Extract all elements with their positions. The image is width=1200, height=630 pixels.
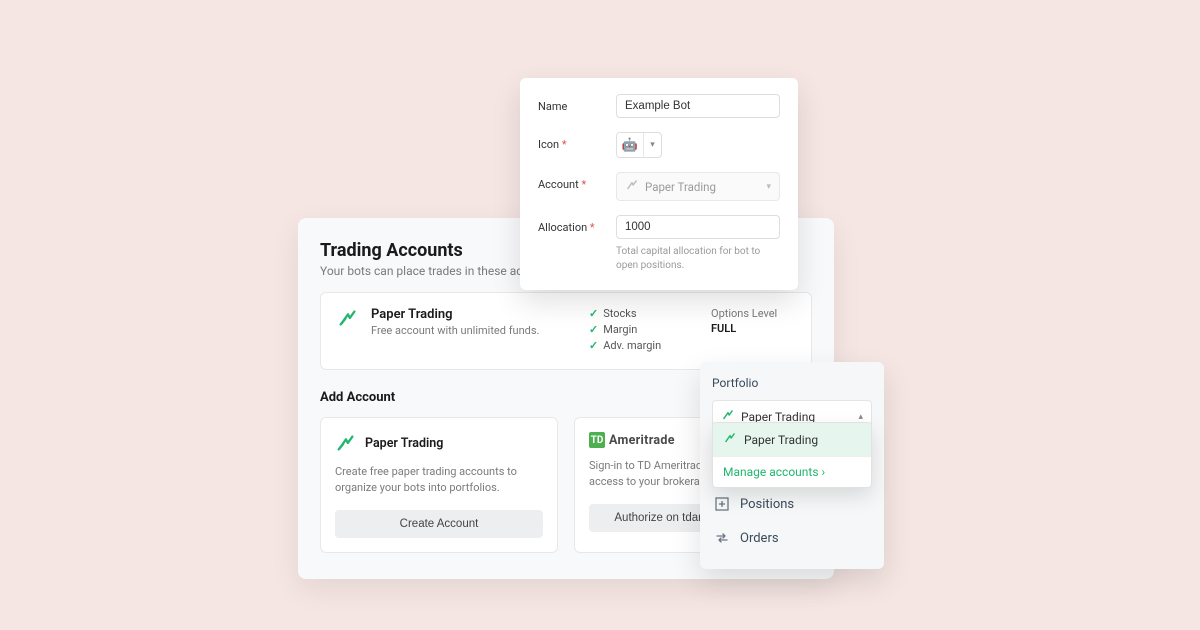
feature-adv-margin: Adv. margin bbox=[603, 339, 661, 352]
td-brand-name: Ameritrade bbox=[609, 433, 675, 448]
options-level-label: Options Level bbox=[711, 307, 811, 320]
portfolio-dropdown: Paper Trading Manage accounts › bbox=[712, 422, 872, 488]
allocation-hint: Total capital allocation for bot to open… bbox=[616, 245, 780, 272]
provider-paper-title: Paper Trading bbox=[365, 436, 443, 451]
check-icon: ✓ bbox=[589, 339, 598, 352]
manage-accounts-link[interactable]: Manage accounts › bbox=[713, 456, 871, 487]
portfolio-panel: Portfolio Paper Trading ▴ Paper Trading … bbox=[700, 362, 884, 569]
menu-orders-label: Orders bbox=[740, 531, 779, 546]
bot-form-panel: Name Icon * 🤖 ▾ Account * Paper Trading … bbox=[520, 78, 798, 290]
icon-label: Icon * bbox=[538, 132, 616, 151]
orders-icon bbox=[714, 530, 730, 546]
icon-picker[interactable]: 🤖 ▾ bbox=[616, 132, 662, 158]
account-row-paper-trading: Paper Trading Free account with unlimite… bbox=[320, 292, 812, 370]
chevron-down-icon: ▾ bbox=[643, 133, 661, 157]
feature-stocks: Stocks bbox=[603, 307, 636, 320]
paper-trading-icon bbox=[723, 431, 737, 448]
paper-trading-icon bbox=[337, 307, 359, 329]
allocation-input[interactable] bbox=[616, 215, 780, 239]
dropdown-option-paper-trading[interactable]: Paper Trading bbox=[713, 423, 871, 456]
chevron-up-icon: ▴ bbox=[858, 412, 863, 422]
account-features: ✓ Stocks ✓ Margin ✓ Adv. margin bbox=[589, 307, 699, 355]
name-input[interactable] bbox=[616, 94, 780, 118]
account-select[interactable]: Paper Trading ▾ bbox=[616, 172, 780, 201]
dropdown-option-label: Paper Trading bbox=[744, 433, 818, 447]
menu-orders[interactable]: Orders bbox=[712, 521, 872, 555]
name-label: Name bbox=[538, 94, 616, 113]
menu-positions[interactable]: Positions bbox=[712, 487, 872, 521]
td-ameritrade-logo: TD Ameritrade bbox=[589, 432, 675, 448]
options-level-value: FULL bbox=[711, 322, 811, 335]
account-select-value: Paper Trading bbox=[645, 180, 716, 194]
account-label: Account * bbox=[538, 172, 616, 191]
check-icon: ✓ bbox=[589, 307, 598, 320]
create-account-button[interactable]: Create Account bbox=[335, 510, 543, 538]
provider-card-paper: Paper Trading Create free paper trading … bbox=[320, 417, 558, 553]
allocation-label: Allocation * bbox=[538, 215, 616, 234]
portfolio-title: Portfolio bbox=[712, 376, 872, 390]
paper-trading-icon bbox=[335, 432, 357, 454]
robot-icon: 🤖 bbox=[622, 138, 638, 153]
positions-icon bbox=[714, 496, 730, 512]
feature-margin: Margin bbox=[603, 323, 637, 336]
chevron-down-icon: ▾ bbox=[766, 182, 771, 192]
paper-trading-icon bbox=[625, 178, 639, 195]
menu-positions-label: Positions bbox=[740, 497, 794, 512]
provider-paper-desc: Create free paper trading accounts to or… bbox=[335, 464, 543, 496]
account-desc: Free account with unlimited funds. bbox=[371, 324, 539, 337]
check-icon: ✓ bbox=[589, 323, 598, 336]
account-name: Paper Trading bbox=[371, 307, 539, 322]
td-logo-icon: TD bbox=[589, 432, 605, 448]
options-level: Options Level FULL bbox=[711, 307, 811, 335]
